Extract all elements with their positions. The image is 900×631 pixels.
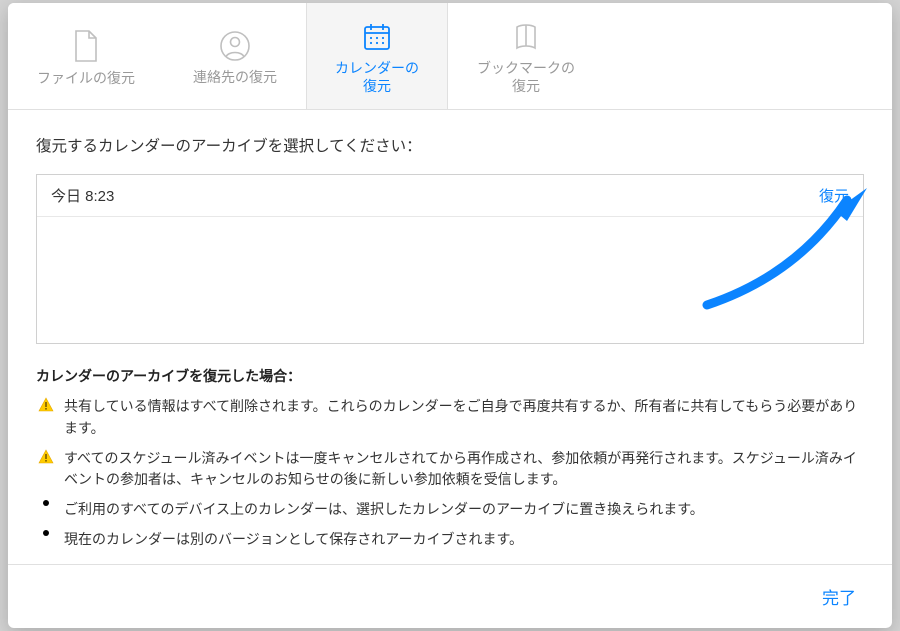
bullet-icon	[36, 500, 56, 506]
tab-restore-calendars[interactable]: カレンダーの復元	[306, 3, 448, 109]
warning-icon	[36, 449, 56, 465]
info-list-item: 現在のカレンダーは別のバージョンとして保存されアーカイブされます。	[36, 527, 864, 557]
info-heading: カレンダーのアーカイブを復元した場合：	[36, 366, 864, 386]
dialog-content: 復元するカレンダーのアーカイブを選択してください： 今日 8:23 復元 カレン…	[8, 110, 892, 564]
info-list-item: ご利用のすべてのデバイス上のカレンダーは、選択したカレンダーのアーカイブに置き換…	[36, 497, 864, 527]
restore-dialog: ファイルの復元 連絡先の復元	[8, 3, 892, 628]
tab-restore-bookmarks[interactable]: ブックマークの復元	[448, 3, 604, 109]
bullet-icon	[36, 530, 56, 536]
warning-icon	[36, 397, 56, 413]
tab-bar: ファイルの復元 連絡先の復元	[8, 3, 892, 110]
archive-list: 今日 8:23 復元	[36, 174, 864, 344]
calendar-icon	[361, 21, 393, 53]
tab-label: ブックマークの復元	[477, 59, 575, 95]
tab-restore-contacts[interactable]: 連絡先の復元	[164, 3, 306, 109]
info-list-item: 共有している情報はすべて削除されます。これらのカレンダーをご自身で再度共有するか…	[36, 394, 864, 445]
info-item-text: すべてのスケジュール済みイベントは一度キャンセルされてから再作成され、参加依頼が…	[64, 448, 864, 491]
bookmark-icon	[510, 21, 542, 53]
instruction-text: 復元するカレンダーのアーカイブを選択してください：	[36, 134, 864, 156]
info-item-text: 共有している情報はすべて削除されます。これらのカレンダーをご自身で再度共有するか…	[64, 396, 864, 439]
info-list-item: すべてのスケジュール済みイベントは一度キャンセルされてから再作成され、参加依頼が…	[36, 446, 864, 497]
info-item-text: ご利用のすべてのデバイス上のカレンダーは、選択したカレンダーのアーカイブに置き換…	[64, 499, 704, 521]
file-icon	[72, 29, 100, 63]
tab-label: ファイルの復元	[37, 69, 135, 87]
dialog-footer: 完了	[8, 564, 892, 628]
tab-label: 連絡先の復元	[193, 68, 277, 86]
archive-time: 今日 8:23	[51, 185, 114, 206]
tab-restore-files[interactable]: ファイルの復元	[8, 3, 164, 109]
done-button[interactable]: 完了	[814, 580, 864, 613]
info-item-text: 現在のカレンダーは別のバージョンとして保存されアーカイブされます。	[64, 529, 523, 551]
archive-row[interactable]: 今日 8:23 復元	[37, 175, 863, 217]
tab-label: カレンダーの復元	[335, 59, 419, 95]
restore-button[interactable]: 復元	[819, 185, 849, 206]
info-list: 共有している情報はすべて削除されます。これらのカレンダーをご自身で再度共有するか…	[36, 394, 864, 556]
contact-icon	[219, 30, 251, 62]
